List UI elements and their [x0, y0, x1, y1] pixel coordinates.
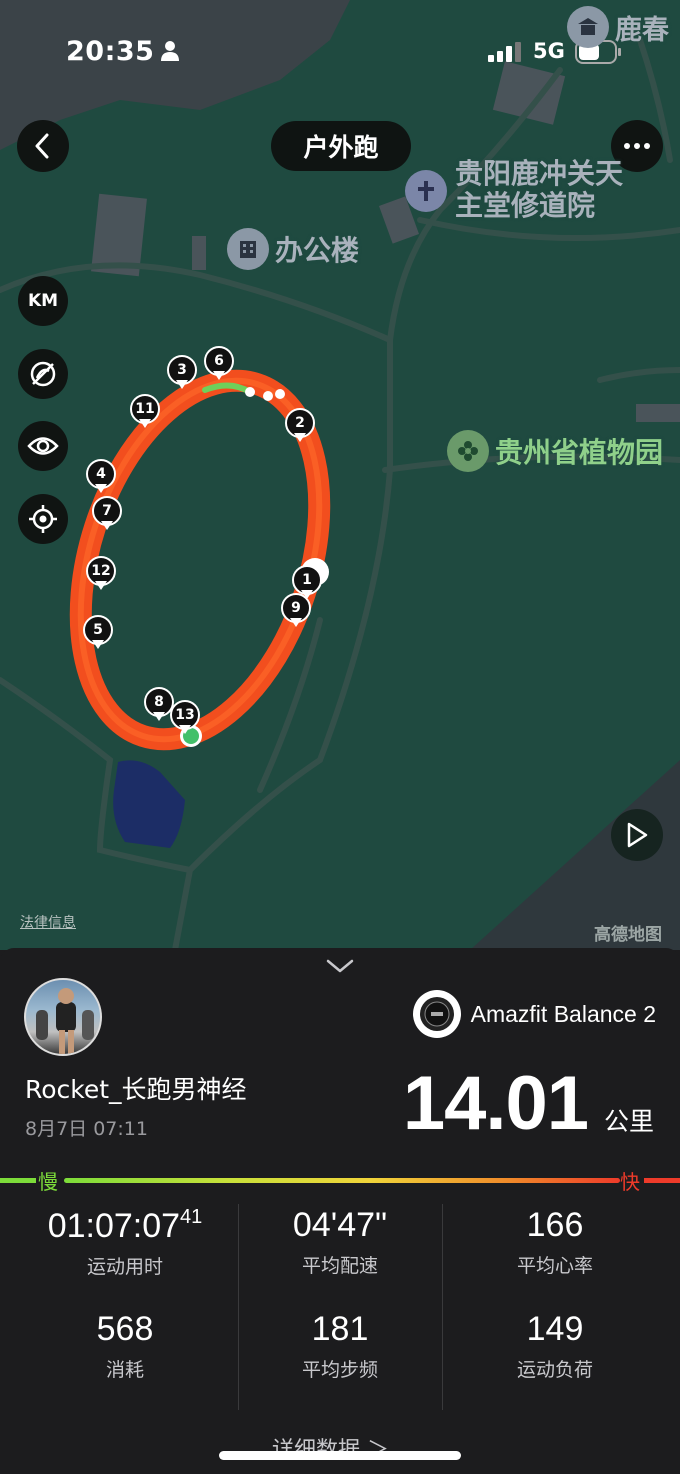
- route-map[interactable]: 20:35 5G 户外跑 KM 鹿春 贵阳鹿冲关天 主堂修道院 办公楼 贵州省植…: [0, 0, 680, 950]
- play-track-button[interactable]: [611, 809, 663, 861]
- poi-top-right: 鹿春: [567, 6, 669, 48]
- route-marker: 7: [92, 496, 122, 530]
- stat-duration: 01:07:0741 运动用时: [15, 1206, 235, 1279]
- route-marker: 6: [204, 346, 234, 380]
- route-marker: 11: [130, 394, 160, 428]
- poi-label: 主堂修道院: [455, 189, 596, 222]
- hide-trajectory-button[interactable]: [18, 349, 68, 399]
- total-distance: 14.01: [402, 1061, 589, 1146]
- route-marker: 5: [83, 615, 113, 649]
- stat-label: 消耗: [105, 1359, 144, 1381]
- route-marker: 12: [86, 556, 116, 590]
- route-marker: 13: [170, 700, 200, 734]
- stat-label: 平均步频: [301, 1359, 378, 1381]
- ellipsis-icon: [624, 143, 650, 149]
- stat-value: 149: [526, 1310, 584, 1348]
- watch-icon: [412, 990, 461, 1038]
- stat-value: 01:07:07: [47, 1207, 181, 1245]
- summary-panel: Amazfit Balance 2 Rocket_长跑男神经 8月7日 07:1…: [0, 948, 680, 1474]
- stat-label: 运动负荷: [516, 1359, 593, 1381]
- building-icon: [227, 228, 269, 270]
- map-provider-logo: 高德地图: [594, 925, 662, 945]
- cross-icon: [405, 170, 447, 212]
- page-title: 户外跑: [271, 121, 411, 171]
- stat-value: 568: [96, 1310, 154, 1348]
- chevron-down-icon[interactable]: [325, 958, 355, 974]
- stat-label: 运动用时: [86, 1256, 163, 1278]
- stat-avg-pace: 04'47" 平均配速: [230, 1206, 450, 1278]
- stat-calories: 568 消耗: [15, 1310, 235, 1382]
- stat-value: 181: [311, 1310, 369, 1348]
- avatar[interactable]: [24, 978, 102, 1056]
- workout-datetime: 8月7日 07:11: [25, 1118, 148, 1140]
- device-name: Amazfit Balance 2: [470, 1000, 656, 1027]
- pace-slow-label: 慢: [38, 1170, 58, 1194]
- chevron-left-icon: [35, 133, 49, 159]
- route-marker: 9: [281, 593, 311, 627]
- stat-value: 166: [526, 1206, 584, 1244]
- stat-label: 平均配速: [301, 1255, 378, 1277]
- poi-label: 办公楼: [275, 234, 360, 267]
- pace-fast-label: 快: [620, 1170, 640, 1194]
- poi-label: 鹿春: [615, 14, 669, 46]
- signal-icon: [488, 42, 521, 62]
- back-button[interactable]: [17, 120, 69, 172]
- person-icon: [161, 41, 179, 61]
- pace-legend-bar: [0, 1176, 680, 1184]
- route-marker: 4: [86, 459, 116, 493]
- route-marker: 3: [167, 355, 197, 389]
- poi-office: 办公楼: [227, 228, 359, 270]
- flower-icon: [447, 430, 489, 472]
- stat-value-fraction: 41: [180, 1206, 203, 1228]
- locate-icon: [29, 505, 57, 533]
- network-type: 5G: [533, 39, 565, 63]
- stat-value: 04'47": [292, 1206, 388, 1244]
- unit-toggle-button[interactable]: KM: [18, 276, 68, 326]
- eye-icon: [27, 437, 59, 455]
- distance-unit: 公里: [603, 1107, 654, 1136]
- route-marker: 2: [285, 408, 315, 442]
- stat-training-load: 149 运动负荷: [445, 1310, 665, 1382]
- stat-avg-heart-rate: 166 平均心率: [445, 1206, 665, 1278]
- route-hidden-icon: [30, 361, 56, 387]
- stat-avg-cadence: 181 平均步频: [230, 1310, 450, 1382]
- visibility-button[interactable]: [18, 421, 68, 471]
- poi-label: 贵阳鹿冲关天: [455, 157, 624, 190]
- username: Rocket_长跑男神经: [25, 1075, 247, 1104]
- home-indicator[interactable]: [219, 1451, 461, 1460]
- poi-botanical-garden: 贵州省植物园: [447, 430, 663, 472]
- locate-button[interactable]: [18, 494, 68, 544]
- device-info[interactable]: Amazfit Balance 2: [412, 990, 656, 1038]
- play-icon: [627, 822, 648, 848]
- stat-label: 平均心率: [516, 1255, 593, 1277]
- legal-info-link[interactable]: 法律信息: [20, 912, 76, 932]
- clock: 20:35: [66, 36, 155, 67]
- poi-label: 贵州省植物园: [495, 436, 664, 469]
- pavilion-icon: [567, 6, 609, 48]
- poi-church: 贵阳鹿冲关天 主堂修道院: [405, 158, 623, 222]
